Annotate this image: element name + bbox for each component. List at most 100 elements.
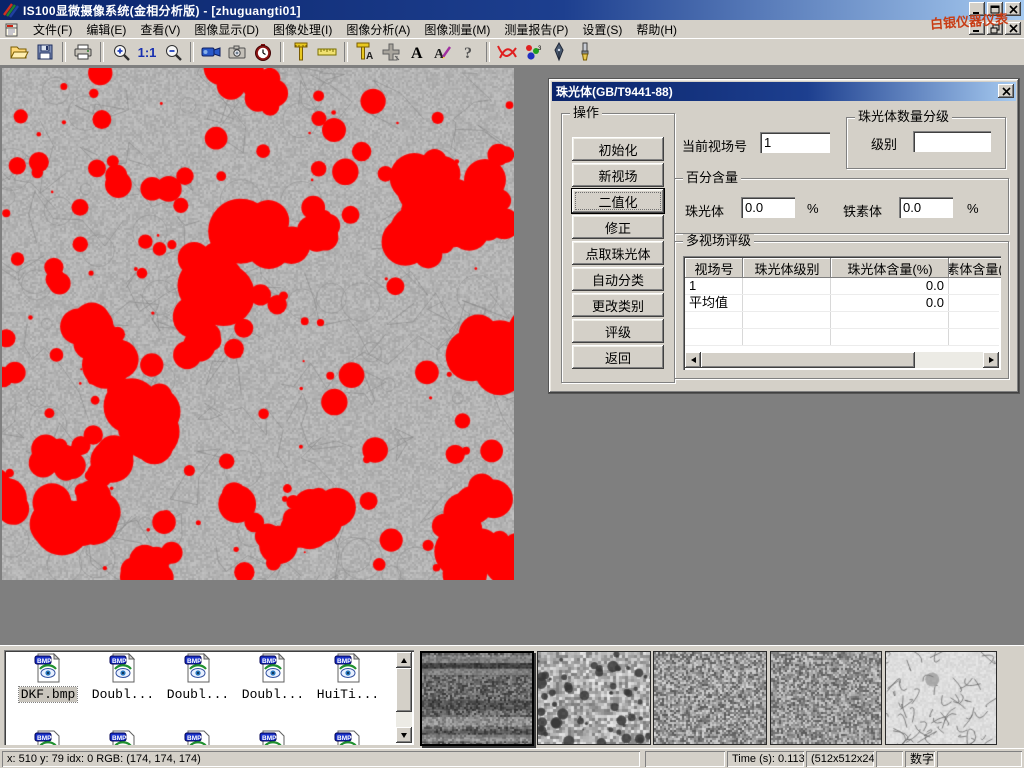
file-item-partial[interactable]: BMP	[162, 730, 234, 745]
calibration-button[interactable]: A	[352, 40, 378, 64]
binarize-button[interactable]: 二值化	[571, 188, 665, 214]
col-field[interactable]: 视场号	[685, 258, 743, 278]
return-button[interactable]: 返回	[572, 345, 664, 369]
ferrite-percent-input[interactable]	[899, 197, 953, 218]
text-annotation-button[interactable]: A	[404, 40, 430, 64]
scrollbar-thumb[interactable]	[396, 668, 412, 712]
scroll-left-button[interactable]	[685, 352, 701, 368]
pan-button[interactable]	[378, 40, 404, 64]
caliper-measure-button[interactable]	[288, 40, 314, 64]
change-class-button[interactable]: 更改类别	[572, 293, 664, 317]
thumbnail-image[interactable]	[770, 651, 882, 745]
file-list-scrollbar[interactable]	[396, 652, 412, 743]
menu-image-process[interactable]: 图像处理(I)	[266, 20, 339, 39]
file-item[interactable]: BMP DKF.bmp	[12, 653, 84, 702]
camera-capture-button[interactable]	[224, 40, 250, 64]
current-field-input[interactable]	[760, 132, 830, 153]
mdi-close-button[interactable]	[1005, 22, 1021, 35]
file-name[interactable]: Doubl...	[240, 687, 306, 702]
menu-image-analysis[interactable]: 图像分析(A)	[339, 20, 417, 39]
count-particles-button[interactable]: 3	[520, 40, 546, 64]
svg-text:BMP: BMP	[112, 658, 127, 665]
menu-edit[interactable]: 编辑(E)	[79, 20, 133, 39]
menu-settings[interactable]: 设置(S)	[575, 20, 629, 39]
arrow-down-icon	[401, 733, 407, 738]
operation-group: 操作 初始化 新视场 二值化 修正 点取珠光体 自动分类 更改类别 评级 返回	[561, 113, 675, 383]
table-row[interactable]: 平均值 0.0	[685, 295, 999, 312]
pearlite-dialog: 珠光体(GB/T9441-88) 操作 初始化 新视场 二值化 修正 点取珠光体…	[548, 78, 1020, 394]
table-row[interactable]: 1 0.0	[685, 278, 999, 295]
thumbnail-image[interactable]	[420, 651, 534, 746]
menu-view[interactable]: 查看(V)	[133, 20, 187, 39]
dialog-title: 珠光体(GB/T9441-88)	[556, 83, 673, 100]
thumbnail-image[interactable]	[885, 651, 997, 745]
pick-pearlite-button[interactable]: 点取珠光体	[572, 241, 664, 265]
table-horizontal-scrollbar[interactable]	[685, 352, 999, 368]
thumbnail-image[interactable]	[653, 651, 767, 745]
file-item[interactable]: BMP Doubl...	[87, 653, 159, 702]
correct-button[interactable]: 修正	[572, 215, 664, 239]
brush-tool-button[interactable]	[572, 40, 598, 64]
rating-table[interactable]: 视场号 珠光体级别 珠光体含量(%) 铁素体含量(%) 1 0.0 平均值 0.…	[683, 256, 1001, 370]
file-name[interactable]: Doubl...	[90, 687, 156, 702]
mdi-restore-button[interactable]	[987, 22, 1003, 35]
file-item-partial[interactable]: BMP	[12, 730, 84, 745]
pen-tool-button[interactable]	[546, 40, 572, 64]
metallographic-image[interactable]	[2, 68, 514, 580]
video-camera-icon	[201, 44, 222, 60]
file-item-partial[interactable]: BMP	[237, 730, 309, 745]
file-item[interactable]: BMP HuiTi...	[312, 653, 384, 702]
pearlite-percent-input[interactable]	[741, 197, 795, 218]
col-pearlite[interactable]: 珠光体含量(%)	[831, 258, 949, 278]
delete-curve-button[interactable]	[494, 40, 520, 64]
save-button[interactable]	[32, 40, 58, 64]
file-name[interactable]: HuiTi...	[315, 687, 381, 702]
menu-file[interactable]: 文件(F)	[26, 20, 79, 39]
print-button[interactable]	[70, 40, 96, 64]
help-button[interactable]: ?	[456, 40, 482, 64]
zoom-out-button[interactable]	[160, 40, 186, 64]
menu-report[interactable]: 测量报告(P)	[497, 20, 575, 39]
menu-help[interactable]: 帮助(H)	[629, 20, 684, 39]
file-item-partial[interactable]: BMP	[312, 730, 384, 745]
scroll-down-button[interactable]	[396, 727, 412, 743]
file-item-partial[interactable]: BMP	[87, 730, 159, 745]
mdi-minimize-button[interactable]	[969, 22, 985, 35]
document-system-icon[interactable]	[4, 22, 20, 37]
col-ferrite[interactable]: 铁素体含量(%)	[949, 258, 1001, 278]
col-level[interactable]: 珠光体级别	[743, 258, 831, 278]
file-item[interactable]: BMP Doubl...	[237, 653, 309, 702]
file-list[interactable]: BMP DKF.bmp BMP Doubl... BMP Doubl... BM…	[4, 650, 414, 745]
initialize-button[interactable]: 初始化	[572, 137, 664, 161]
edit-annotation-button[interactable]: A	[430, 40, 456, 64]
scroll-up-button[interactable]	[396, 652, 412, 668]
file-name[interactable]: DKF.bmp	[19, 687, 78, 702]
timer-button[interactable]	[250, 40, 276, 64]
maximize-button[interactable]	[987, 2, 1003, 16]
grade-button[interactable]: 评级	[572, 319, 664, 343]
file-name[interactable]: Doubl...	[165, 687, 231, 702]
file-item[interactable]: BMP Doubl...	[162, 653, 234, 702]
multi-field-group-label: 多视场评级	[683, 234, 754, 248]
auto-classify-button[interactable]: 自动分类	[572, 267, 664, 291]
thumbnail-image[interactable]	[537, 651, 651, 745]
zoom-in-button[interactable]	[108, 40, 134, 64]
ruler-button[interactable]	[314, 40, 340, 64]
dialog-close-button[interactable]	[998, 84, 1014, 98]
svg-text:?: ?	[464, 45, 472, 61]
open-button[interactable]	[6, 40, 32, 64]
scroll-right-button[interactable]	[983, 352, 999, 368]
new-field-button[interactable]: 新视场	[572, 163, 664, 187]
level-input[interactable]	[913, 131, 991, 152]
dialog-title-bar[interactable]: 珠光体(GB/T9441-88)	[552, 82, 1016, 101]
menu-image-measure[interactable]: 图像测量(M)	[417, 20, 497, 39]
ferrite-percent-sign: %	[967, 201, 979, 216]
video-capture-button[interactable]	[198, 40, 224, 64]
minimize-button[interactable]	[969, 2, 985, 16]
pan-cross-icon	[381, 42, 401, 62]
close-button[interactable]	[1005, 2, 1021, 16]
actual-size-button[interactable]: 1:1	[134, 40, 160, 64]
delete-curve-icon	[496, 43, 518, 61]
menu-image-display[interactable]: 图像显示(D)	[187, 20, 266, 39]
scrollbar-thumb[interactable]	[701, 352, 915, 368]
